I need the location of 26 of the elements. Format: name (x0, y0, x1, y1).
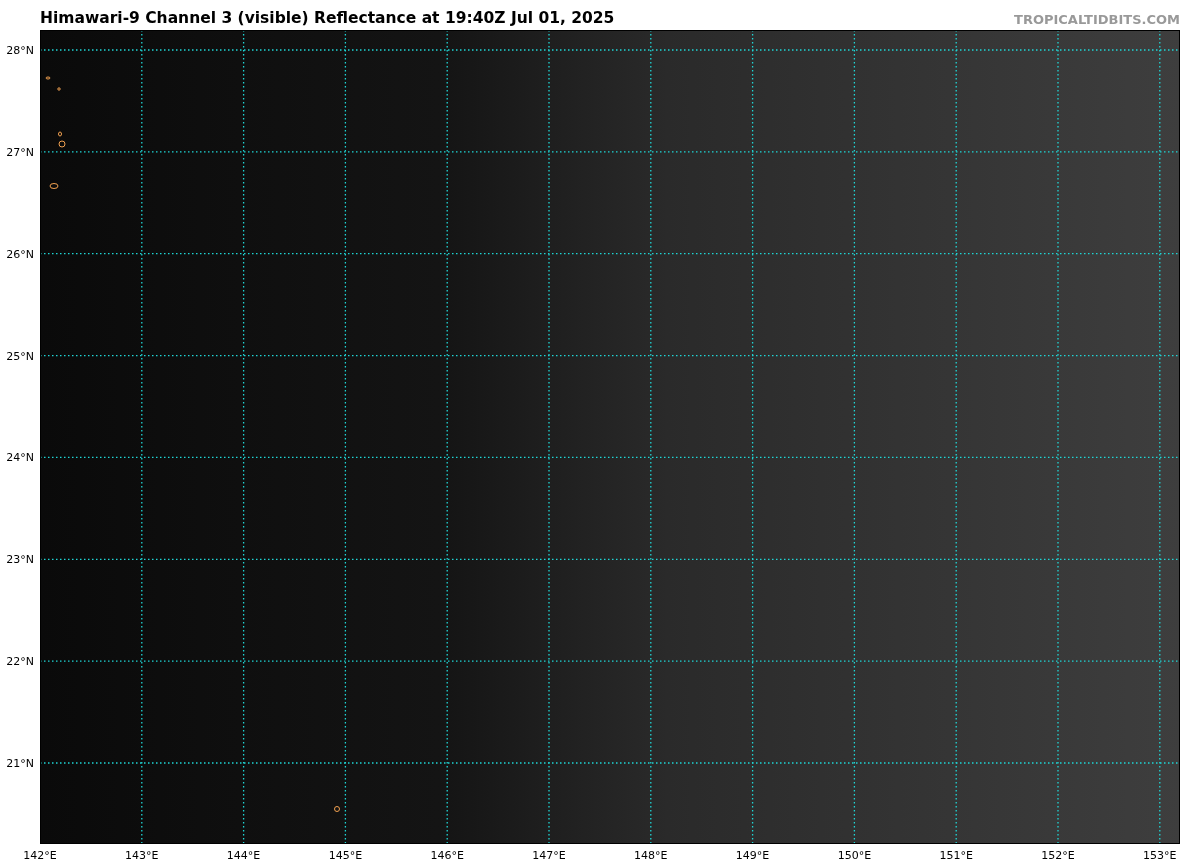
island-outline (57, 87, 61, 91)
site-credit: TROPICALTIDBITS.COM (1014, 12, 1180, 29)
island-outline (49, 183, 59, 189)
longitude-label: 147°E (532, 849, 566, 862)
island-outline (45, 76, 51, 80)
latitude-label: 28°N (6, 43, 34, 57)
longitude-label: 146°E (430, 849, 464, 862)
longitude-label: 151°E (939, 849, 973, 862)
latitude-label: 22°N (6, 654, 34, 668)
latitude-label: 25°N (6, 349, 34, 363)
chart-title: Himawari-9 Channel 3 (visible) Reflectance at 19:40Z Jul 01, 2025 (40, 9, 615, 29)
longitude-label: 142°E (23, 849, 57, 862)
longitude-label: 145°E (328, 849, 363, 862)
longitude-label: 149°E (735, 849, 770, 862)
longitude-label: 150°E (837, 849, 872, 862)
latitude-label: 23°N (6, 552, 34, 566)
longitude-label: 143°E (125, 849, 159, 862)
latitude-label: 26°N (6, 247, 34, 261)
longitude-label: 144°E (226, 849, 261, 862)
island-outline (334, 806, 340, 812)
latitude-label: 27°N (6, 145, 34, 159)
longitude-label: 153°E (1143, 849, 1177, 862)
longitude-label: 148°E (634, 849, 668, 862)
latitude-label: 21°N (6, 756, 34, 770)
latitude-label: 24°N (6, 450, 34, 464)
longitude-label: 152°E (1041, 849, 1075, 862)
